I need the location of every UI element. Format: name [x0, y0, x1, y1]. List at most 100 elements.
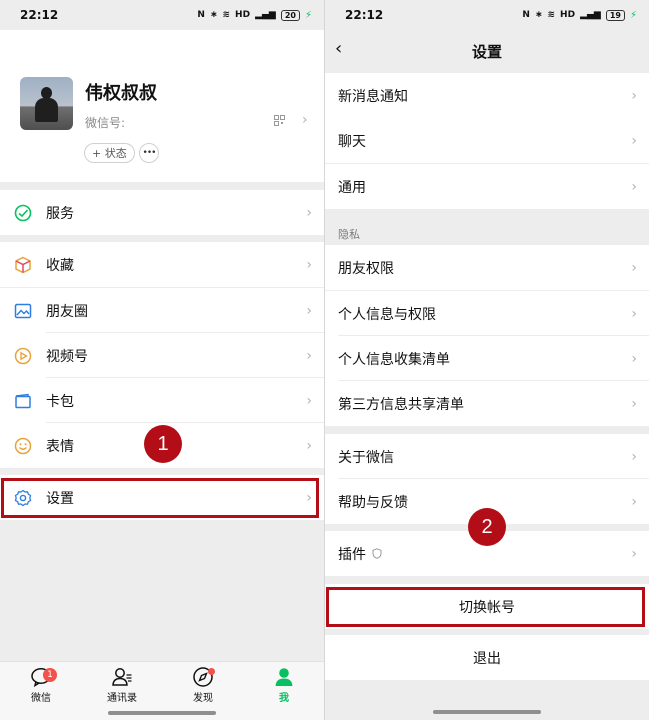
hd-icon: HD	[560, 10, 576, 20]
bluetooth-icon: ∗	[209, 10, 218, 20]
button-label: 退出	[473, 650, 501, 667]
sticker-smile-icon	[14, 437, 32, 455]
chevron-right-icon: ›	[306, 302, 312, 319]
status-bar: 22:12 N ∗ ≋ HD ▂▄▆ 19 ⚡	[325, 0, 649, 30]
settings-item-personal-info-permissions[interactable]: 个人信息与权限 ›	[325, 291, 649, 336]
more-button[interactable]: •••	[139, 143, 159, 163]
chevron-right-icon: ›	[306, 204, 312, 221]
status-bar: 22:12 N ∗ ≋ HD ▂▄▆ 20 ⚡	[0, 0, 324, 30]
chevron-right-icon: ›	[631, 448, 637, 465]
chevron-right-icon: ›	[631, 395, 637, 412]
chevron-right-icon: ›	[631, 545, 637, 562]
tab-label: 发现	[193, 693, 213, 704]
contacts-icon	[112, 668, 132, 686]
nfc-icon: N	[522, 10, 530, 20]
tab-label: 通讯录	[107, 693, 137, 704]
nfc-icon: N	[197, 10, 205, 20]
bluetooth-icon: ∗	[534, 10, 543, 20]
services-icon	[14, 204, 32, 222]
chevron-right-icon: ›	[631, 350, 637, 367]
signal-icon: ▂▄▆	[580, 10, 601, 20]
settings-label: 聊天	[338, 133, 366, 150]
tab-label: 我	[279, 693, 289, 704]
settings-label: 新消息通知	[338, 88, 408, 105]
menu-label: 服务	[46, 205, 74, 222]
nav-header: 设置	[325, 30, 649, 72]
menu-item-channels[interactable]: 视频号 ›	[0, 333, 324, 378]
settings-item-personal-info-list[interactable]: 个人信息收集清单 ›	[325, 336, 649, 381]
settings-label: 朋友权限	[338, 260, 394, 277]
menu-item-favorites[interactable]: 收藏 ›	[0, 242, 324, 287]
battery-icon: 19	[605, 9, 625, 21]
home-indicator	[108, 711, 216, 715]
wifi-icon: ≋	[222, 10, 231, 20]
home-indicator	[433, 710, 541, 714]
menu-item-services[interactable]: 服务 ›	[0, 190, 324, 235]
tab-me[interactable]: 我	[254, 666, 314, 708]
status-time: 22:12	[345, 8, 384, 22]
settings-item-third-party-list[interactable]: 第三方信息共享清单 ›	[325, 381, 649, 426]
profile-card[interactable]: 伟权叔叔 微信号: › + 状态 •••	[0, 30, 324, 182]
signal-icon: ▂▄▆	[255, 10, 276, 20]
status-icons: N ∗ ≋ HD ▂▄▆ 20 ⚡	[197, 9, 312, 21]
chevron-right-icon: ›	[306, 256, 312, 273]
channels-icon	[14, 347, 32, 365]
menu-label: 收藏	[46, 257, 74, 274]
unread-badge: 1	[43, 668, 57, 682]
step-badge-1: 1	[144, 425, 182, 463]
new-dot-badge	[208, 668, 215, 675]
chevron-right-icon: ›	[631, 178, 637, 195]
settings-label: 关于微信	[338, 449, 394, 466]
settings-item-friend-permissions[interactable]: 朋友权限 ›	[325, 245, 649, 290]
chevron-right-icon: ›	[302, 112, 308, 128]
highlight-settings	[1, 478, 319, 518]
hd-icon: HD	[235, 10, 251, 20]
logout-button[interactable]: 退出	[325, 635, 649, 680]
status-icons: N ∗ ≋ HD ▂▄▆ 19 ⚡	[522, 9, 637, 21]
menu-item-moments[interactable]: 朋友圈 ›	[0, 288, 324, 333]
chevron-right-icon: ›	[306, 437, 312, 454]
settings-label: 帮助与反馈	[338, 494, 408, 511]
tutorial-canvas: 22:12 N ∗ ≋ HD ▂▄▆ 20 ⚡ 伟权叔叔 微信号: › + 状态…	[0, 0, 649, 720]
avatar[interactable]	[20, 77, 73, 130]
settings-item-notifications[interactable]: 新消息通知 ›	[325, 73, 649, 118]
battery-icon: 20	[280, 9, 300, 21]
add-status-button[interactable]: + 状态	[84, 143, 135, 163]
menu-label: 卡包	[46, 393, 74, 410]
settings-label: 第三方信息共享清单	[338, 396, 464, 413]
menu-item-cards[interactable]: 卡包 ›	[0, 378, 324, 423]
chevron-right-icon: ›	[631, 493, 637, 510]
tab-contacts[interactable]: 通讯录	[92, 666, 152, 708]
settings-label: 插件	[338, 546, 366, 563]
section-label-privacy: 隐私	[338, 228, 360, 241]
status-time: 22:12	[20, 8, 59, 22]
menu-label: 表情	[46, 438, 74, 455]
me-screen: 22:12 N ∗ ≋ HD ▂▄▆ 20 ⚡ 伟权叔叔 微信号: › + 状态…	[0, 0, 324, 720]
menu-label: 朋友圈	[46, 303, 88, 320]
favorites-icon	[15, 256, 31, 274]
person-icon	[275, 668, 293, 686]
settings-item-chat[interactable]: 聊天 ›	[325, 118, 649, 163]
chevron-right-icon: ›	[631, 305, 637, 322]
settings-item-general[interactable]: 通用 ›	[325, 164, 649, 209]
settings-item-about[interactable]: 关于微信 ›	[325, 434, 649, 479]
wifi-icon: ≋	[547, 10, 556, 20]
chevron-right-icon: ›	[306, 347, 312, 364]
charging-icon: ⚡	[629, 9, 637, 21]
settings-label: 通用	[338, 179, 366, 196]
charging-icon: ⚡	[304, 9, 312, 21]
profile-name: 伟权叔叔	[85, 83, 157, 104]
step-badge-2: 2	[468, 508, 506, 546]
tab-discover[interactable]: 发现	[173, 666, 233, 708]
shield-icon	[372, 548, 382, 559]
highlight-switch-account	[326, 587, 645, 627]
tab-label: 微信	[31, 693, 51, 704]
qr-code-icon[interactable]	[274, 115, 285, 126]
back-chevron-icon[interactable]: ‹	[335, 38, 342, 59]
moments-icon	[14, 303, 32, 319]
wechat-id-label: 微信号:	[85, 116, 126, 130]
tab-chats[interactable]: 1 微信	[11, 666, 71, 708]
settings-label: 个人信息与权限	[338, 306, 436, 323]
chevron-right-icon: ›	[631, 132, 637, 149]
settings-screen: 22:12 N ∗ ≋ HD ▂▄▆ 19 ⚡ 设置 ‹ 新消息通知 › 聊天 …	[325, 0, 649, 720]
